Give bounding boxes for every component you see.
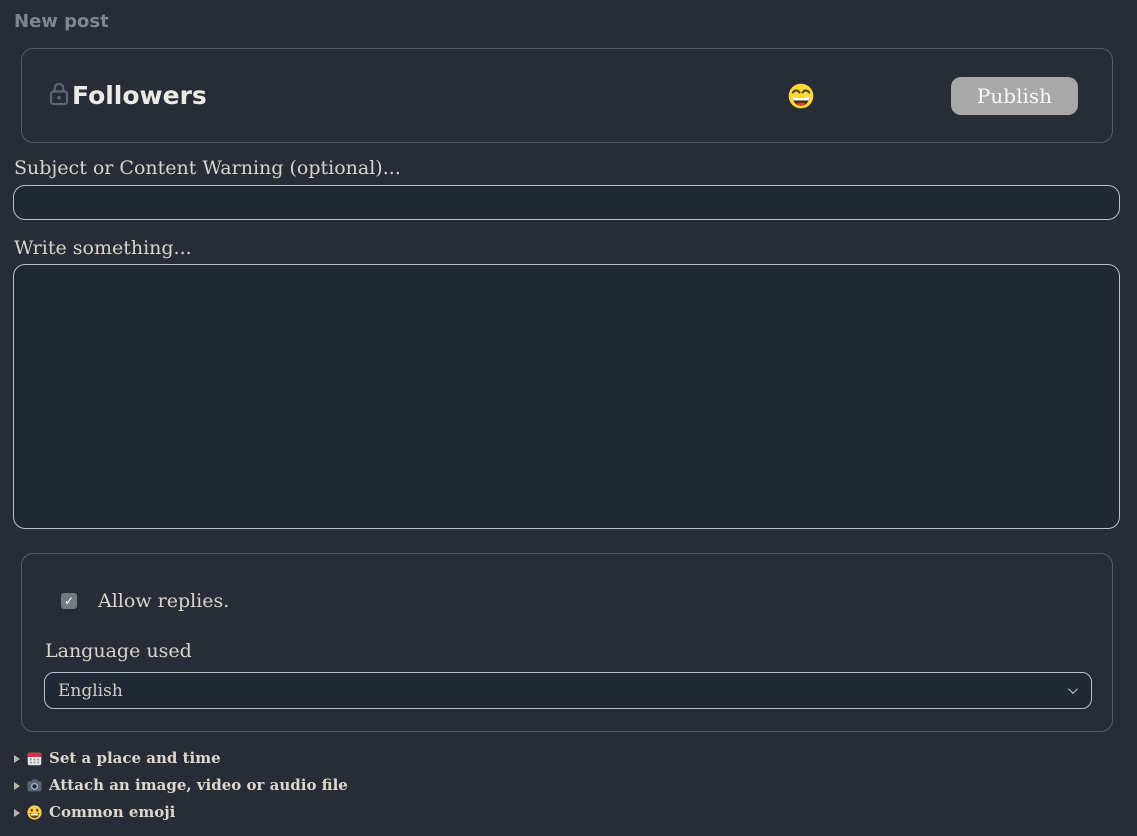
subject-label: Subject or Content Warning (optional)... — [14, 155, 1121, 181]
grinning-face-icon — [27, 805, 42, 820]
attach-media-summary[interactable]: Attach an image, video or audio file — [14, 772, 1121, 799]
post-body-textarea[interactable] — [13, 264, 1120, 529]
common-emoji-summary[interactable]: Common emoji — [14, 799, 1121, 826]
publish-button[interactable]: Publish — [951, 77, 1078, 115]
composer-extras: Set a place and time Attach an image, vi… — [14, 745, 1121, 826]
post-options-panel: Allow replies. Language used English — [21, 553, 1113, 732]
language-label: Language used — [45, 638, 1090, 664]
allow-replies-row: Allow replies. — [61, 592, 1090, 610]
camera-icon — [27, 778, 42, 793]
expand-arrow-icon — [14, 782, 20, 790]
language-select[interactable]: English — [44, 672, 1092, 709]
allow-replies-checkbox[interactable] — [61, 593, 77, 609]
smiling-face-emoji-icon — [787, 82, 815, 110]
subject-input[interactable] — [13, 185, 1120, 220]
expand-arrow-icon — [14, 809, 20, 817]
visibility-indicator: Followers — [49, 81, 207, 110]
language-select-value: English — [58, 681, 1068, 701]
allow-replies-label: Allow replies. — [98, 590, 229, 612]
common-emoji-details: Common emoji — [14, 799, 1121, 826]
expand-arrow-icon — [14, 755, 20, 763]
composer-header: Followers Publish — [21, 48, 1113, 143]
attach-media-label: Attach an image, video or audio file — [49, 772, 348, 799]
place-time-summary[interactable]: Set a place and time — [14, 745, 1121, 772]
chevron-down-icon — [1068, 684, 1078, 694]
place-time-label: Set a place and time — [49, 745, 221, 772]
place-time-details: Set a place and time — [14, 745, 1121, 772]
lock-icon — [49, 81, 69, 110]
page-title: New post — [14, 12, 1121, 32]
post-body-label: Write something... — [14, 235, 1121, 261]
attach-media-details: Attach an image, video or audio file — [14, 772, 1121, 799]
calendar-icon — [27, 751, 42, 766]
common-emoji-label: Common emoji — [49, 799, 175, 826]
visibility-label: Followers — [72, 81, 207, 110]
